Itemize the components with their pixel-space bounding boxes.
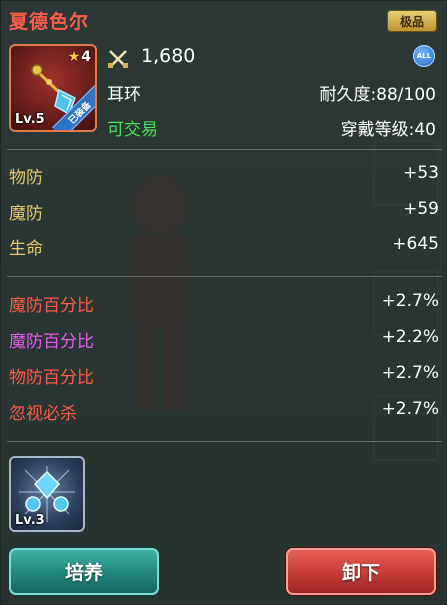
stat-row: 魔防 +59	[9, 199, 439, 225]
extra-stat-row: 忽视必杀 +2.7%	[9, 399, 439, 425]
unequip-button[interactable]: 卸下	[286, 548, 436, 595]
stat-name: 魔防	[9, 204, 43, 224]
extra-stat-name: 魔防百分比	[9, 332, 94, 352]
crossed-swords-icon	[108, 50, 128, 68]
stat-name: 生命	[9, 239, 43, 259]
durability: 耐久度:88/100	[319, 85, 436, 105]
stat-row: 生命 +645	[9, 234, 439, 260]
quality-badge: 极品	[387, 10, 437, 32]
star-icon: ★	[67, 49, 81, 65]
divider	[7, 441, 442, 442]
star-count: 4	[81, 49, 91, 65]
item-type: 耳环	[107, 85, 141, 105]
extra-stat-row: 魔防百分比 +2.7%	[9, 291, 439, 317]
extra-stat-name: 魔防百分比	[9, 296, 94, 316]
divider	[7, 149, 442, 150]
extra-stat-name: 物防百分比	[9, 368, 94, 388]
stat-row: 物防 +53	[9, 163, 439, 189]
stat-name: 物防	[9, 168, 43, 188]
power-value: 1,680	[141, 45, 196, 67]
gem-level: Lv.3	[15, 513, 45, 528]
all-badge[interactable]: ALL	[413, 45, 435, 67]
item-name: 夏德色尔	[9, 11, 90, 33]
wear-level: 穿戴等级:40	[340, 120, 436, 140]
extra-stat-row: 魔防百分比 +2.2%	[9, 327, 439, 353]
extra-stat-value: +2.7%	[381, 399, 439, 419]
extra-stat-value: +2.7%	[381, 291, 439, 311]
item-detail-panel: 夏德色尔 极品 ★4 Lv.5 已装备 1,680 ALL 耳环 耐久度:88/…	[0, 0, 447, 605]
divider	[7, 276, 442, 277]
item-level: Lv.5	[15, 112, 45, 127]
gem-slot[interactable]: Lv.3	[9, 456, 85, 532]
extra-stat-value: +2.7%	[381, 363, 439, 383]
stat-value: +59	[403, 199, 439, 219]
stat-value: +645	[392, 234, 439, 254]
star-rating: ★4	[68, 49, 91, 65]
trade-status: 可交易	[107, 120, 158, 140]
extra-stat-row: 物防百分比 +2.7%	[9, 363, 439, 389]
extra-stat-value: +2.2%	[381, 327, 439, 347]
extra-stat-name: 忽视必杀	[9, 404, 77, 424]
item-icon-frame[interactable]: ★4 Lv.5 已装备	[9, 44, 97, 132]
cultivate-button[interactable]: 培养	[9, 548, 159, 595]
stat-value: +53	[403, 163, 439, 183]
